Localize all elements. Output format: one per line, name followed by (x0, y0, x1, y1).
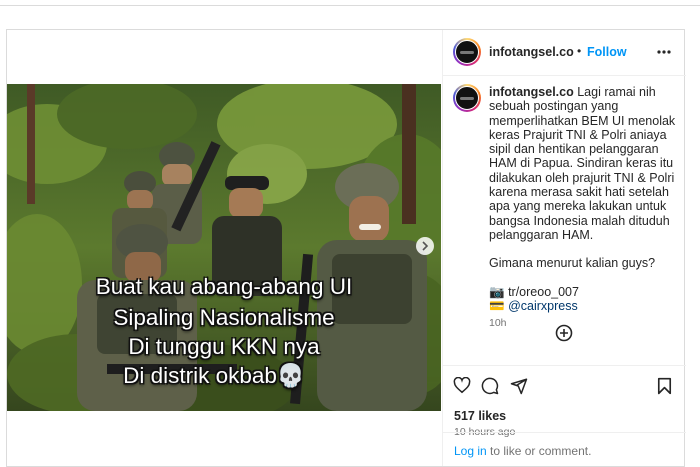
caption-credit-1: 📷 tr/oreoo_007 (489, 285, 679, 299)
login-prompt: Log in to like or comment. (443, 432, 686, 466)
overlay-text-line-2: Sipaling Nasionalisme (113, 305, 335, 330)
plus-circle-icon[interactable] (555, 324, 573, 342)
overlay-text-line-4: Di distrik okbab💀 (7, 363, 431, 389)
caption-credit-2: 💳 @cairxpress (489, 299, 679, 313)
caption-username[interactable]: infotangsel.co (489, 85, 574, 99)
top-divider (0, 0, 700, 6)
follow-button[interactable]: Follow (587, 45, 627, 59)
post-photo (7, 84, 441, 411)
overlay-text-line-3: Di tunggu KKN nya (128, 334, 320, 359)
post-card: Buat kau abang-abang UI Sipaling Nasiona… (6, 29, 686, 467)
credit-1-text: tr/oreoo_007 (508, 284, 579, 299)
post-media[interactable]: Buat kau abang-abang UI Sipaling Nasiona… (7, 84, 441, 411)
avatar[interactable] (453, 38, 481, 66)
bookmark-icon[interactable] (657, 377, 672, 395)
heart-icon[interactable] (453, 377, 471, 394)
skull-emoji: 💀 (276, 363, 305, 388)
next-image-button[interactable] (416, 237, 434, 255)
caption-text-block: infotangsel.co Lagi ramai nih sebuah pos… (489, 85, 679, 242)
caption: infotangsel.co Lagi ramai nih sebuah pos… (489, 85, 679, 330)
chevron-right-icon (422, 241, 429, 251)
card-emoji: 💳 (489, 298, 505, 313)
separator-dot: • (577, 44, 582, 58)
login-prompt-text: Log in to like or comment. (454, 444, 591, 458)
comment-icon[interactable] (481, 377, 499, 395)
overlay-text-line-1: Buat kau abang-abang UI (95, 274, 353, 299)
login-prompt-rest: to like or comment. (486, 444, 592, 458)
login-link[interactable]: Log in (454, 444, 487, 458)
header-username[interactable]: infotangsel.co (489, 45, 574, 59)
post-header: infotangsel.co • Follow (443, 30, 686, 76)
caption-time: 10h (489, 317, 507, 330)
post-side-panel: infotangsel.co • Follow infotangsel.co L… (442, 30, 686, 466)
more-horizontal-icon[interactable] (657, 49, 671, 55)
send-icon[interactable] (510, 377, 528, 395)
credit-2-link[interactable]: @cairxpress (508, 299, 578, 313)
overlay-text-line-4-text: Di distrik okbab (123, 363, 277, 388)
caption-text: Lagi ramai nih sebuah postingan yang mem… (489, 85, 676, 242)
likes-count[interactable]: 517 likes (454, 409, 506, 423)
caption-question: Gimana menurut kalian guys? (489, 256, 656, 271)
camera-emoji: 📷 (489, 284, 505, 299)
caption-avatar[interactable] (453, 84, 481, 112)
